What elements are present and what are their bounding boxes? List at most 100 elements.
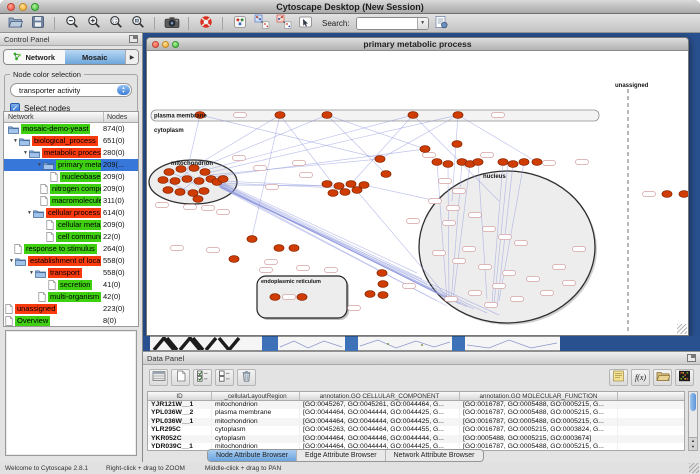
- table-row[interactable]: YKR052Ccytoplasm[GO:0044464, GO:0044446,…: [148, 435, 684, 443]
- zoom-selected-button[interactable]: [106, 15, 125, 32]
- scrollbar-arrows[interactable]: ▲▼: [689, 437, 697, 450]
- node-label-pill[interactable]: [348, 305, 361, 310]
- tab-network-attribute-browser[interactable]: Network Attribute Browser: [385, 450, 483, 461]
- network-node[interactable]: [532, 159, 542, 166]
- network-node[interactable]: [420, 146, 430, 153]
- node-label-pill[interactable]: [293, 160, 306, 165]
- network-edge[interactable]: [364, 185, 437, 201]
- select-all-attributes-button[interactable]: [193, 369, 212, 386]
- network-edge[interactable]: [215, 180, 422, 279]
- tree-node-label[interactable]: nucleobase-containing: [60, 172, 101, 182]
- tree-node-label[interactable]: nitrogen compound me: [50, 184, 101, 194]
- help-button[interactable]: [196, 15, 215, 32]
- open-session-button[interactable]: [6, 15, 25, 32]
- tab-network[interactable]: Network: [4, 50, 65, 64]
- tree-node-label[interactable]: macromolecule metabolic: [50, 196, 101, 206]
- node-label-pill[interactable]: [217, 209, 230, 214]
- network-node[interactable]: [662, 191, 672, 198]
- minimize-button[interactable]: [162, 41, 169, 48]
- network-node[interactable]: [359, 182, 369, 189]
- tree-node-label[interactable]: establishment of localiza: [28, 256, 101, 266]
- tree-row[interactable]: ▼metabolic process280(0): [4, 147, 138, 159]
- node-label-pill[interactable]: [469, 212, 482, 217]
- node-label-pill[interactable]: [265, 259, 278, 264]
- search-options-button[interactable]: [432, 15, 451, 32]
- network-node[interactable]: [378, 292, 388, 299]
- tree-row[interactable]: ▼establishment of localiza558(0): [4, 255, 138, 267]
- network-node[interactable]: [443, 161, 453, 168]
- node-label-pill[interactable]: [433, 250, 446, 255]
- network-node[interactable]: [163, 187, 173, 194]
- network-node[interactable]: [297, 294, 307, 301]
- tree-node-label[interactable]: mosaic-demo-yeast: [21, 124, 90, 134]
- tree-row[interactable]: unassigned223(0): [4, 303, 138, 315]
- table-column-header[interactable]: annotation.GO CELLULAR_COMPONENT: [300, 392, 460, 400]
- node-label-pill[interactable]: [171, 245, 184, 250]
- tree-node-label[interactable]: unassigned: [15, 304, 57, 314]
- node-label-pill[interactable]: [543, 160, 556, 165]
- tree-node-label[interactable]: biological_process: [32, 136, 98, 146]
- layout-2-button[interactable]: [274, 15, 293, 32]
- network-node[interactable]: [453, 112, 463, 119]
- maximize-button[interactable]: [172, 41, 179, 48]
- save-session-button[interactable]: [28, 15, 47, 32]
- network-node[interactable]: [432, 159, 442, 166]
- tree-row[interactable]: nitrogen compound me209(0): [4, 183, 138, 195]
- network-node[interactable]: [247, 236, 257, 243]
- tree-row[interactable]: mosaic-demo-yeast874(0): [4, 123, 138, 135]
- vizmapper-button[interactable]: [230, 15, 249, 32]
- network-edge[interactable]: [327, 115, 386, 174]
- background-window-sliver[interactable]: [278, 336, 345, 351]
- node-label-pill[interactable]: [511, 296, 524, 301]
- network-node[interactable]: [193, 196, 203, 203]
- node-label-pill[interactable]: [325, 267, 338, 272]
- zoom-fit-button[interactable]: [128, 15, 147, 32]
- table-row[interactable]: YJR121W__1mitochondrion[GO:0045267, GO:0…: [148, 401, 684, 409]
- node-label-pill[interactable]: [553, 264, 566, 269]
- network-node[interactable]: [194, 178, 204, 185]
- node-label-pill[interactable]: [184, 204, 197, 209]
- node-label-pill[interactable]: [283, 294, 296, 299]
- network-edge[interactable]: [216, 181, 427, 284]
- network-node[interactable]: [498, 159, 508, 166]
- tree-row[interactable]: ▼transport558(0): [4, 267, 138, 279]
- table-scrollbar[interactable]: ▲▼: [688, 391, 698, 451]
- node-label-pill[interactable]: [266, 184, 279, 189]
- node-label-pill[interactable]: [407, 218, 420, 223]
- table-column-header[interactable]: ID: [148, 392, 212, 400]
- network-node[interactable]: [170, 178, 180, 185]
- node-label-pill[interactable]: [207, 247, 220, 252]
- snapshot-button[interactable]: [162, 15, 181, 32]
- network-window-titlebar[interactable]: primary metabolic process: [147, 38, 688, 51]
- expand-arrow-icon[interactable]: ▼: [12, 138, 19, 144]
- background-window-sliver[interactable]: [465, 336, 560, 351]
- attribute-table-button[interactable]: [149, 369, 168, 386]
- expand-arrow-icon[interactable]: ▼: [28, 270, 35, 276]
- tree-column-network[interactable]: Network: [8, 112, 34, 123]
- annotation-button[interactable]: [609, 369, 628, 386]
- window-titlebar[interactable]: Cytoscape Desktop (New Session): [0, 0, 700, 14]
- network-node[interactable]: [679, 191, 688, 198]
- node-label-pill[interactable]: [515, 240, 528, 245]
- node-label-pill[interactable]: [485, 302, 498, 307]
- network-edge[interactable]: [380, 115, 458, 159]
- network-node[interactable]: [328, 190, 338, 197]
- window-resize-grip[interactable]: [689, 463, 699, 473]
- selection-mode-button[interactable]: [296, 15, 315, 32]
- node-label-pill[interactable]: [297, 265, 310, 270]
- background-window-sliver[interactable]: [358, 336, 452, 351]
- network-node[interactable]: [164, 169, 174, 176]
- delete-attribute-button[interactable]: [237, 369, 256, 386]
- layout-1-button[interactable]: [252, 15, 271, 32]
- node-label-pill[interactable]: [453, 188, 466, 193]
- close-button[interactable]: [152, 41, 159, 48]
- network-node[interactable]: [334, 183, 344, 190]
- tree-row[interactable]: multi-organism process42(0): [4, 291, 138, 303]
- network-node[interactable]: [199, 188, 209, 195]
- network-node[interactable]: [473, 159, 483, 166]
- tab-edge-attribute-browser[interactable]: Edge Attribute Browser: [296, 450, 385, 461]
- network-node[interactable]: [274, 245, 284, 252]
- network-edge[interactable]: [458, 115, 537, 162]
- node-label-pill[interactable]: [481, 152, 494, 157]
- background-window-art[interactable]: [150, 336, 262, 351]
